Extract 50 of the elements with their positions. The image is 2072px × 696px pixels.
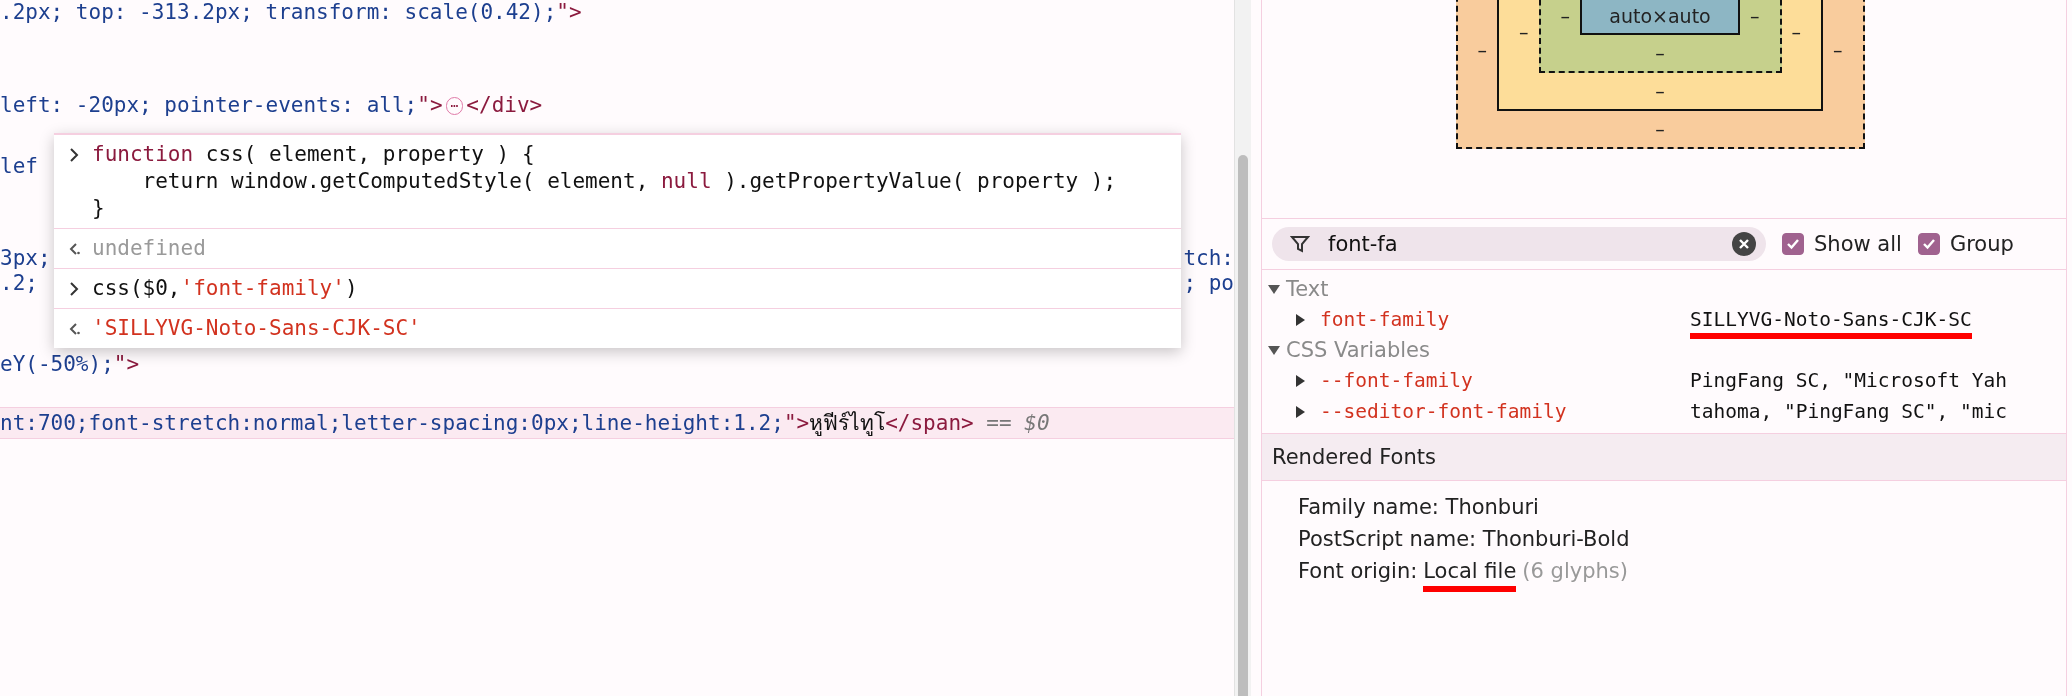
checkbox[interactable] xyxy=(1917,233,1940,255)
console-input-line: css($0,'font-family') xyxy=(92,275,358,302)
checkbox-label[interactable]: Show all xyxy=(1782,232,1902,256)
content-box: auto×auto xyxy=(1580,0,1740,35)
margin-value: – xyxy=(1832,37,1844,63)
clear-icon[interactable] xyxy=(1732,232,1756,256)
checkmark-icon xyxy=(1921,237,1936,251)
font-origin-label: Font origin: xyxy=(1298,558,1418,585)
expanded-triangle-icon[interactable] xyxy=(1268,344,1280,356)
filter-icon xyxy=(1290,234,1310,254)
margin-value: – xyxy=(1518,19,1530,45)
property-value: tahoma, "PingFang SC", "mic xyxy=(1690,400,2007,423)
checkmark-icon xyxy=(1786,237,1800,251)
margin-value: – xyxy=(1476,37,1488,63)
glyph-count: (6 glyphs) xyxy=(1522,558,1628,585)
console-input-line: return window.getComputedStyle( element, null ).getPropertyValue( property ); xyxy=(141,168,1117,195)
font-family-name: Family name: Thonburi xyxy=(1298,494,1540,521)
collapsed-triangle-icon[interactable] xyxy=(1294,405,1306,418)
console-output-line: undefined xyxy=(92,235,206,262)
margin-value: – xyxy=(1654,79,1666,104)
output-chevron-icon xyxy=(68,321,80,337)
property-value: SILLYVG-Noto-Sans-CJK-SC xyxy=(1690,308,1972,339)
code-line[interactable]: .2px; top: -313.2px; transform: scale(0.42);"> xyxy=(0,0,1234,25)
console-output-line: 'SILLYVG-Noto-Sans-CJK-SC' xyxy=(92,315,421,342)
property-name: --font-family xyxy=(1320,369,1474,392)
console-input-line: } xyxy=(92,195,106,222)
filter-field[interactable]: font-fa xyxy=(1272,227,1766,261)
code-line[interactable]: eY(-50%);"> xyxy=(0,352,1234,377)
margin-value: – xyxy=(1654,117,1666,142)
margin-value: – xyxy=(1654,41,1666,66)
scrollbar[interactable] xyxy=(1234,0,1251,696)
property-value: PingFang SC, "Microsoft Yah xyxy=(1690,369,2007,392)
section-header: Rendered Fonts xyxy=(1262,434,2066,481)
console-input-line: function css( element, property ) { xyxy=(92,141,536,168)
expanded-triangle-icon[interactable] xyxy=(1268,283,1280,295)
collapsed-triangle-icon[interactable] xyxy=(1294,313,1306,326)
checkbox-label[interactable]: Group xyxy=(1917,232,2014,256)
margin-value: – xyxy=(1559,3,1571,29)
code-line[interactable]: left: -20px; pointer-events: all;"> ⋯ </div> xyxy=(0,93,1234,118)
property-name: --seditor-font-family xyxy=(1320,400,1568,423)
postscript-name: PostScript name: Thonburi-Bold xyxy=(1298,526,1631,553)
checkbox[interactable] xyxy=(1782,233,1804,255)
collapsed-triangle-icon[interactable] xyxy=(1294,374,1306,387)
output-chevron-icon xyxy=(68,241,80,257)
font-origin-value: Local file xyxy=(1423,557,1517,592)
input-chevron-icon xyxy=(68,147,80,163)
margin-value: – xyxy=(1790,19,1802,45)
property-name: font-family xyxy=(1320,308,1451,331)
margin-value: – xyxy=(1749,3,1761,29)
input-chevron-icon xyxy=(68,281,80,297)
